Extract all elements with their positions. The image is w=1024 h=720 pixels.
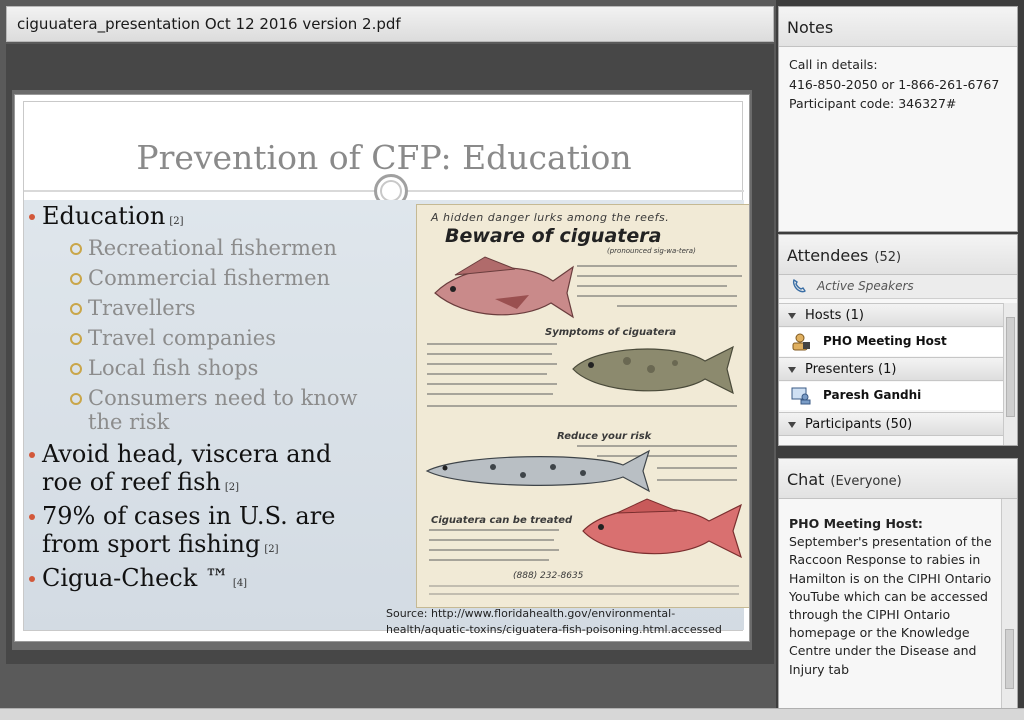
- attendee-row[interactable]: Paresh Gandhi: [779, 382, 1003, 410]
- sub-bullet: Recreational fishermen: [70, 236, 337, 260]
- chat-title: Chat: [787, 470, 825, 489]
- chat-scrollbar[interactable]: [1001, 499, 1017, 709]
- ciguatera-poster: A hidden danger lurks among the reefs. B…: [416, 204, 749, 608]
- snapper-illustration: [582, 498, 742, 559]
- host-user-icon: [792, 333, 810, 351]
- chat-message: PHO Meeting Host: September's presentati…: [789, 515, 997, 679]
- attendees-count: (52): [874, 250, 902, 265]
- active-speakers-bar: Active Speakers: [779, 275, 1017, 299]
- slide-source: Source: http://www.floridahealth.gov/env…: [386, 607, 722, 641]
- grouper-illustration: [572, 345, 734, 395]
- notes-line: Participant code: 346327#: [789, 96, 957, 111]
- sub-bullet: Travel companies: [70, 326, 276, 350]
- bullet-avoid-head: Avoid head, viscera and roe of reef fish…: [28, 440, 331, 502]
- poster-kicker: A hidden danger lurks among the reefs.: [431, 211, 670, 224]
- document-pod: ciguuatera_presentation Oct 12 2016 vers…: [0, 0, 776, 720]
- poster-symptoms-heading: Symptoms of ciguatera: [545, 327, 677, 338]
- chevron-down-icon: [788, 313, 796, 319]
- chat-header[interactable]: Chat (Everyone): [779, 459, 1017, 499]
- notes-pod: Notes Call in details: 416-850-2050 or 1…: [778, 6, 1018, 232]
- chat-scope: (Everyone): [830, 474, 902, 489]
- bottom-status-bar: [0, 708, 1024, 720]
- chevron-down-icon: [788, 422, 796, 428]
- sub-bullet-continuation: the risk: [88, 410, 170, 434]
- attendees-header[interactable]: Attendees (52): [779, 235, 1017, 275]
- attendees-scrollbar[interactable]: [1003, 303, 1017, 445]
- slide: Prevention of CFP: Education Education [2…: [14, 94, 750, 642]
- group-hosts[interactable]: Hosts (1): [779, 303, 1003, 327]
- notes-header[interactable]: Notes: [779, 7, 1017, 47]
- poster-treated-heading: Ciguatera can be treated: [431, 515, 573, 526]
- scrollbar-thumb[interactable]: [1005, 629, 1014, 689]
- bullet-cigua-check: Cigua-Check ™ [4]: [28, 564, 247, 598]
- notes-body[interactable]: Call in details: 416-850-2050 or 1-866-2…: [789, 55, 1013, 114]
- chat-pod: Chat (Everyone) PHO Meeting Host: Septemb…: [778, 458, 1018, 710]
- barracuda-illustration: [425, 449, 650, 493]
- sub-bullet: Local fish shops: [69, 356, 259, 380]
- attendees-pod: Attendees (52) Active Speakers Hosts (1) …: [778, 234, 1018, 446]
- notes-line: 416-850-2050 or 1-866-261-6767: [789, 76, 1000, 92]
- sub-bullet: Travellers: [70, 296, 196, 320]
- host-name: PHO Meeting Host: [823, 334, 947, 348]
- presenter-name: Paresh Gandhi: [823, 388, 922, 402]
- slide-frame: Prevention of CFP: Education Education [2…: [23, 101, 749, 641]
- poster-pronunciation: (pronounced sig-wa-tera): [607, 247, 696, 255]
- hogfish-illustration: [434, 256, 574, 319]
- poster-headline: Beware of ciguatera: [445, 225, 662, 247]
- scrollbar-thumb[interactable]: [1006, 317, 1015, 417]
- active-speakers-label: Active Speakers: [817, 279, 914, 293]
- chat-sender: PHO Meeting Host:: [789, 516, 923, 531]
- presenter-user-icon: [791, 387, 811, 405]
- bullet-sport-fishing: 79% of cases in U.S. are from sport fish…: [28, 502, 335, 564]
- bullet-education: Education [2]: [29, 202, 184, 236]
- phone-icon: [792, 278, 806, 293]
- sub-bullet: Consumers need to know: [70, 386, 358, 410]
- group-participants[interactable]: Participants (50): [779, 412, 1003, 436]
- poster-hotline: (888) 232-8635: [513, 571, 584, 581]
- document-title: ciguuatera_presentation Oct 12 2016 vers…: [17, 15, 401, 33]
- notes-line: Call in details:: [789, 57, 878, 72]
- group-presenters[interactable]: Presenters (1): [779, 357, 1003, 381]
- document-titlebar[interactable]: ciguuatera_presentation Oct 12 2016 vers…: [6, 6, 774, 42]
- attendee-row[interactable]: PHO Meeting Host: [779, 328, 1003, 356]
- chat-message-text: September's presentation of the Raccoon …: [789, 534, 992, 677]
- sub-bullet: Commercial fishermen: [69, 266, 331, 290]
- attendees-title: Attendees: [787, 246, 869, 265]
- slide-title: Prevention of CFP: Education: [136, 138, 632, 177]
- chevron-down-icon: [788, 367, 796, 373]
- notes-title: Notes: [787, 18, 834, 37]
